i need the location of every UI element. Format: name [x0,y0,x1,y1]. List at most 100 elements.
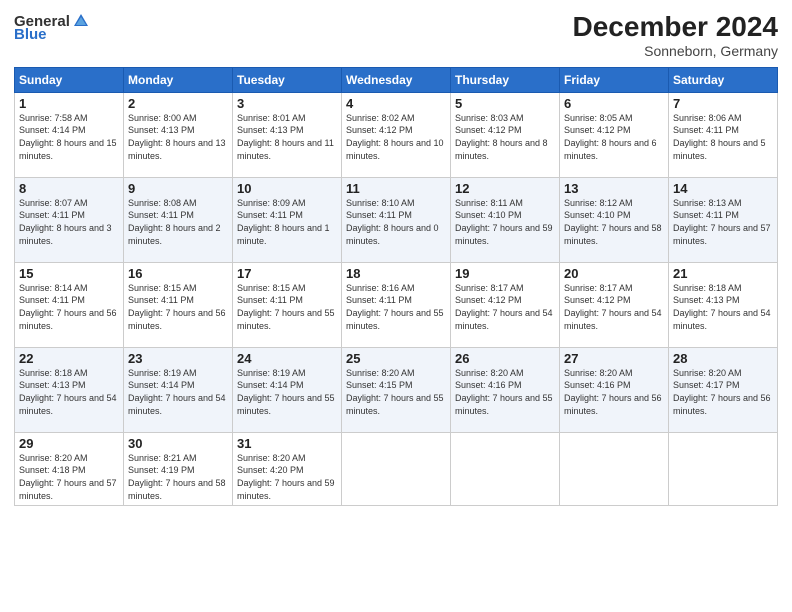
day-number: 22 [19,351,119,366]
week-row-1: 1Sunrise: 7:58 AMSunset: 4:14 PMDaylight… [15,92,778,177]
day-info: Sunrise: 8:06 AMSunset: 4:11 PMDaylight:… [673,112,773,162]
day-number: 13 [564,181,664,196]
month-title: December 2024 [573,12,778,43]
page-container: General Blue December 2024 Sonneborn, Ge… [0,0,792,612]
day-info: Sunrise: 8:18 AMSunset: 4:13 PMDaylight:… [19,367,119,417]
calendar-cell: 10Sunrise: 8:09 AMSunset: 4:11 PMDayligh… [233,177,342,262]
day-number: 25 [346,351,446,366]
calendar-cell: 11Sunrise: 8:10 AMSunset: 4:11 PMDayligh… [342,177,451,262]
calendar-cell: 20Sunrise: 8:17 AMSunset: 4:12 PMDayligh… [560,262,669,347]
day-number: 11 [346,181,446,196]
header: General Blue December 2024 Sonneborn, Ge… [14,12,778,59]
day-info: Sunrise: 8:05 AMSunset: 4:12 PMDaylight:… [564,112,664,162]
calendar-cell [451,432,560,505]
day-number: 27 [564,351,664,366]
day-info: Sunrise: 8:20 AMSunset: 4:17 PMDaylight:… [673,367,773,417]
day-info: Sunrise: 8:20 AMSunset: 4:16 PMDaylight:… [455,367,555,417]
calendar-cell: 15Sunrise: 8:14 AMSunset: 4:11 PMDayligh… [15,262,124,347]
day-info: Sunrise: 8:14 AMSunset: 4:11 PMDaylight:… [19,282,119,332]
day-number: 17 [237,266,337,281]
calendar-cell: 22Sunrise: 8:18 AMSunset: 4:13 PMDayligh… [15,347,124,432]
week-row-2: 8Sunrise: 8:07 AMSunset: 4:11 PMDaylight… [15,177,778,262]
calendar-cell: 29Sunrise: 8:20 AMSunset: 4:18 PMDayligh… [15,432,124,505]
day-number: 15 [19,266,119,281]
calendar-cell: 2Sunrise: 8:00 AMSunset: 4:13 PMDaylight… [124,92,233,177]
week-row-4: 22Sunrise: 8:18 AMSunset: 4:13 PMDayligh… [15,347,778,432]
calendar-cell: 26Sunrise: 8:20 AMSunset: 4:16 PMDayligh… [451,347,560,432]
calendar-cell: 28Sunrise: 8:20 AMSunset: 4:17 PMDayligh… [669,347,778,432]
calendar-cell [560,432,669,505]
day-number: 30 [128,436,228,451]
header-sunday: Sunday [15,67,124,92]
day-number: 10 [237,181,337,196]
day-info: Sunrise: 8:07 AMSunset: 4:11 PMDaylight:… [19,197,119,247]
day-number: 3 [237,96,337,111]
week-row-5: 29Sunrise: 8:20 AMSunset: 4:18 PMDayligh… [15,432,778,505]
header-wednesday: Wednesday [342,67,451,92]
day-number: 2 [128,96,228,111]
day-number: 16 [128,266,228,281]
calendar-cell: 1Sunrise: 7:58 AMSunset: 4:14 PMDaylight… [15,92,124,177]
day-info: Sunrise: 7:58 AMSunset: 4:14 PMDaylight:… [19,112,119,162]
header-monday: Monday [124,67,233,92]
calendar-cell: 24Sunrise: 8:19 AMSunset: 4:14 PMDayligh… [233,347,342,432]
logo-blue: Blue [14,26,47,43]
day-number: 1 [19,96,119,111]
day-info: Sunrise: 8:11 AMSunset: 4:10 PMDaylight:… [455,197,555,247]
logo-icon [72,12,90,30]
header-tuesday: Tuesday [233,67,342,92]
day-info: Sunrise: 8:19 AMSunset: 4:14 PMDaylight:… [237,367,337,417]
calendar-cell: 25Sunrise: 8:20 AMSunset: 4:15 PMDayligh… [342,347,451,432]
day-number: 21 [673,266,773,281]
day-info: Sunrise: 8:10 AMSunset: 4:11 PMDaylight:… [346,197,446,247]
day-info: Sunrise: 8:20 AMSunset: 4:15 PMDaylight:… [346,367,446,417]
day-info: Sunrise: 8:21 AMSunset: 4:19 PMDaylight:… [128,452,228,502]
calendar-cell: 8Sunrise: 8:07 AMSunset: 4:11 PMDaylight… [15,177,124,262]
day-number: 14 [673,181,773,196]
calendar-cell: 12Sunrise: 8:11 AMSunset: 4:10 PMDayligh… [451,177,560,262]
day-number: 5 [455,96,555,111]
calendar-cell: 6Sunrise: 8:05 AMSunset: 4:12 PMDaylight… [560,92,669,177]
calendar-cell: 14Sunrise: 8:13 AMSunset: 4:11 PMDayligh… [669,177,778,262]
title-block: December 2024 Sonneborn, Germany [573,12,778,59]
day-info: Sunrise: 8:02 AMSunset: 4:12 PMDaylight:… [346,112,446,162]
calendar-table: SundayMondayTuesdayWednesdayThursdayFrid… [14,67,778,506]
day-info: Sunrise: 8:19 AMSunset: 4:14 PMDaylight:… [128,367,228,417]
day-number: 20 [564,266,664,281]
day-number: 26 [455,351,555,366]
day-number: 23 [128,351,228,366]
location: Sonneborn, Germany [573,43,778,59]
calendar-cell: 18Sunrise: 8:16 AMSunset: 4:11 PMDayligh… [342,262,451,347]
calendar-cell: 16Sunrise: 8:15 AMSunset: 4:11 PMDayligh… [124,262,233,347]
calendar-cell: 5Sunrise: 8:03 AMSunset: 4:12 PMDaylight… [451,92,560,177]
header-row: SundayMondayTuesdayWednesdayThursdayFrid… [15,67,778,92]
day-info: Sunrise: 8:15 AMSunset: 4:11 PMDaylight:… [237,282,337,332]
calendar-cell [669,432,778,505]
day-number: 6 [564,96,664,111]
calendar-cell: 19Sunrise: 8:17 AMSunset: 4:12 PMDayligh… [451,262,560,347]
calendar-cell: 9Sunrise: 8:08 AMSunset: 4:11 PMDaylight… [124,177,233,262]
day-number: 29 [19,436,119,451]
day-number: 28 [673,351,773,366]
calendar-cell: 31Sunrise: 8:20 AMSunset: 4:20 PMDayligh… [233,432,342,505]
week-row-3: 15Sunrise: 8:14 AMSunset: 4:11 PMDayligh… [15,262,778,347]
header-friday: Friday [560,67,669,92]
calendar-cell: 4Sunrise: 8:02 AMSunset: 4:12 PMDaylight… [342,92,451,177]
calendar-cell: 30Sunrise: 8:21 AMSunset: 4:19 PMDayligh… [124,432,233,505]
day-info: Sunrise: 8:03 AMSunset: 4:12 PMDaylight:… [455,112,555,162]
calendar-cell: 17Sunrise: 8:15 AMSunset: 4:11 PMDayligh… [233,262,342,347]
day-info: Sunrise: 8:18 AMSunset: 4:13 PMDaylight:… [673,282,773,332]
day-info: Sunrise: 8:01 AMSunset: 4:13 PMDaylight:… [237,112,337,162]
day-number: 12 [455,181,555,196]
day-info: Sunrise: 8:17 AMSunset: 4:12 PMDaylight:… [455,282,555,332]
day-number: 31 [237,436,337,451]
calendar-cell: 27Sunrise: 8:20 AMSunset: 4:16 PMDayligh… [560,347,669,432]
day-info: Sunrise: 8:09 AMSunset: 4:11 PMDaylight:… [237,197,337,247]
day-number: 4 [346,96,446,111]
calendar-cell: 13Sunrise: 8:12 AMSunset: 4:10 PMDayligh… [560,177,669,262]
calendar-cell: 3Sunrise: 8:01 AMSunset: 4:13 PMDaylight… [233,92,342,177]
day-number: 9 [128,181,228,196]
header-thursday: Thursday [451,67,560,92]
day-number: 18 [346,266,446,281]
calendar-cell [342,432,451,505]
